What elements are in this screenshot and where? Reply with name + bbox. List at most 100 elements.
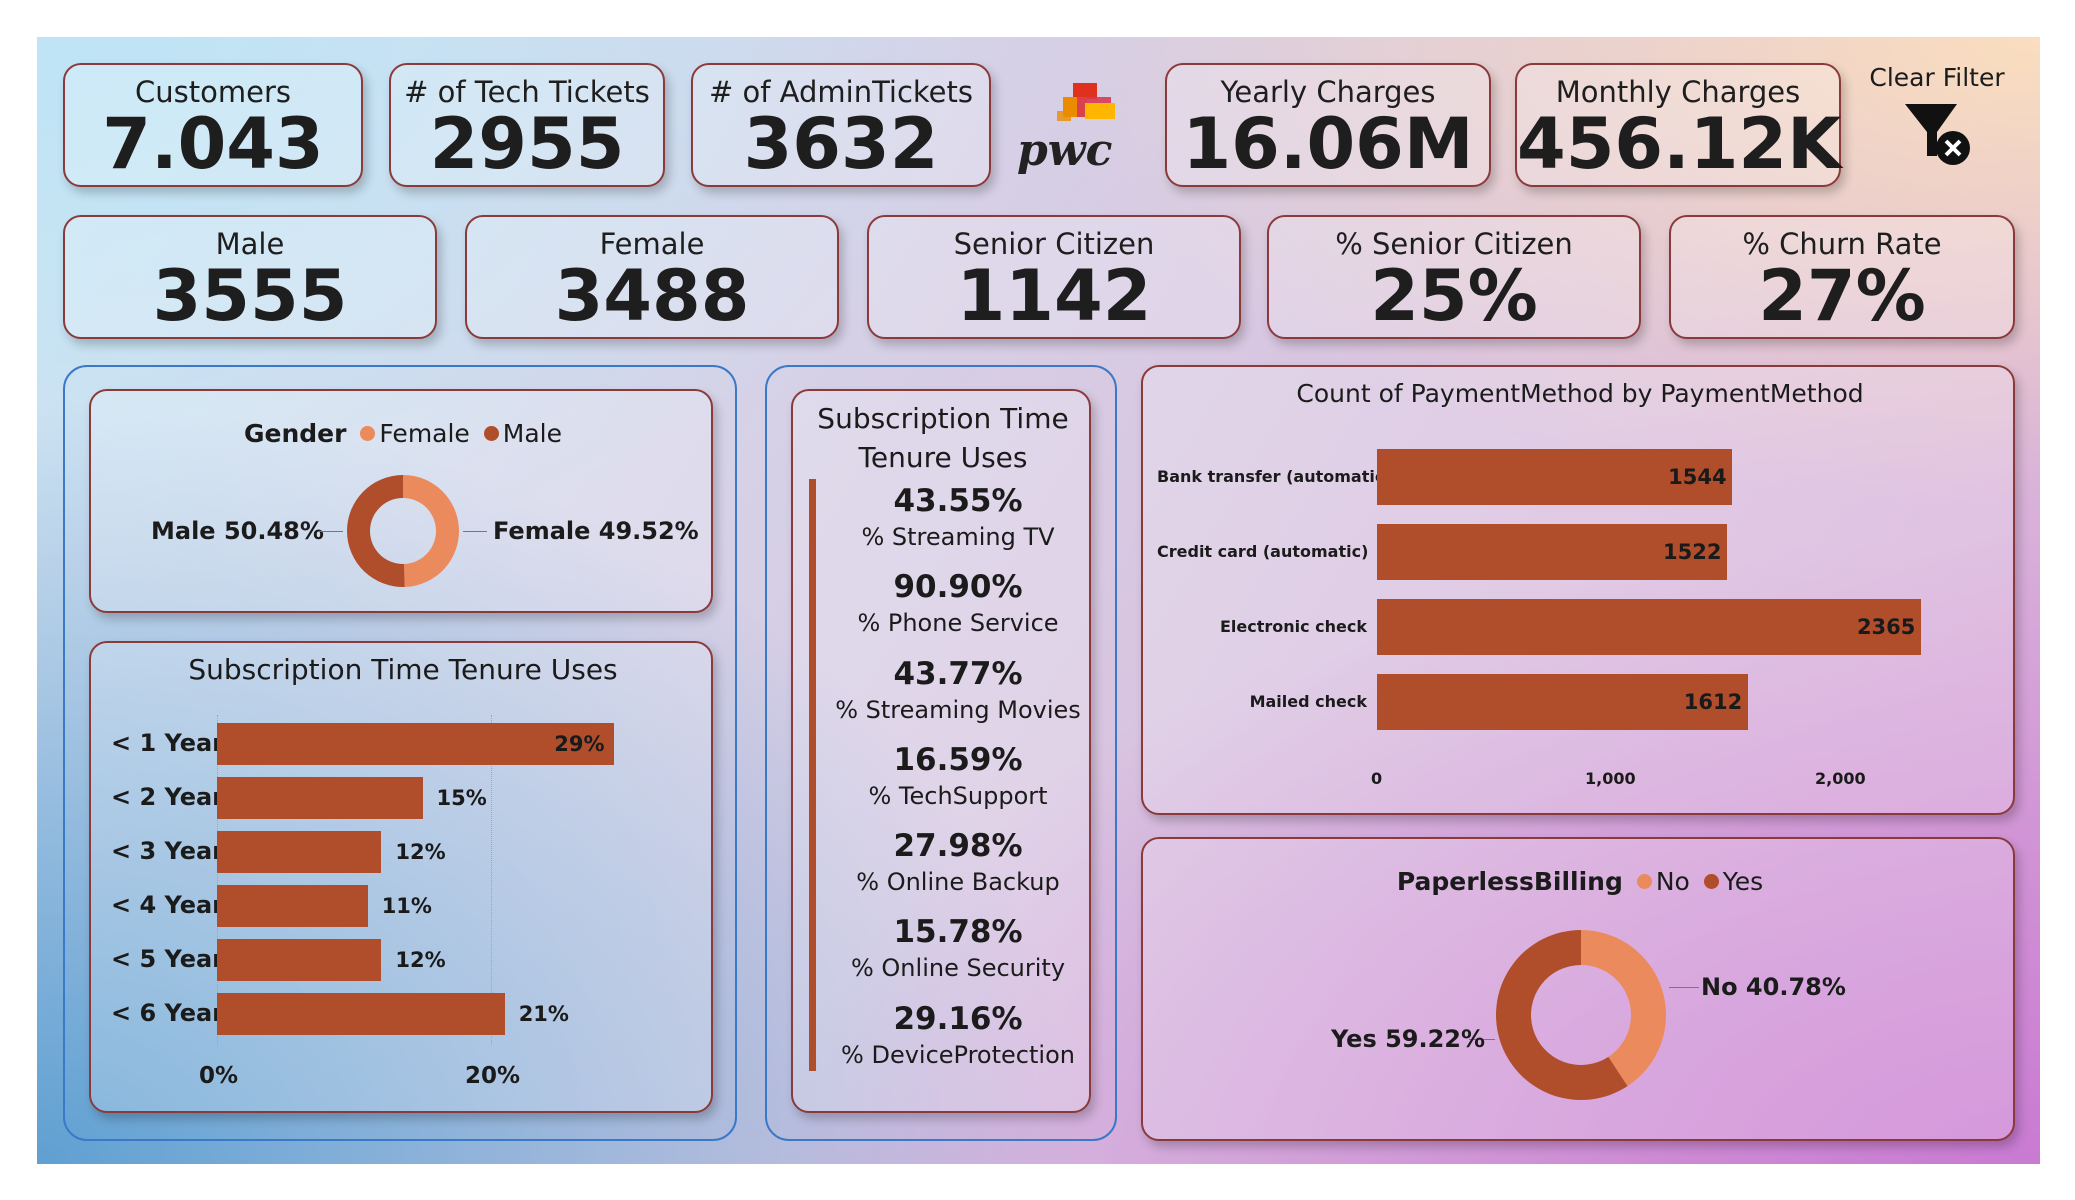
kpi-value: 3488 (554, 255, 750, 337)
service-stat-label: % Streaming TV (861, 523, 1055, 551)
category-label: Electronic check (1219, 617, 1367, 636)
tenure-bar (217, 939, 382, 981)
services-card[interactable]: Subscription Time Tenure Uses 43.55% % St… (791, 389, 1091, 1113)
kpi-value: 27% (1758, 255, 1926, 337)
data-label: 2365 (1856, 615, 1916, 639)
services-title: Subscription Time Tenure Uses (793, 399, 1093, 477)
service-stat: 90.90% % Phone Service (833, 569, 1083, 655)
paperless-donut (1496, 930, 1666, 1100)
legend-swatch-male (483, 425, 499, 441)
data-label: 12% (395, 840, 446, 864)
category-label: < 5 Year (111, 945, 225, 973)
kpi-senior-citizen[interactable]: Senior Citizen 1142 (867, 215, 1241, 339)
pwc-logo: pwc (1017, 81, 1137, 181)
services-title-line: Subscription Time (817, 402, 1069, 435)
kpi-value: 16.06M (1182, 103, 1474, 185)
kpi-value: 25% (1370, 255, 1538, 337)
services-title-line: Tenure Uses (858, 441, 1028, 474)
leader-line (319, 531, 343, 532)
donut-slice-female[interactable] (403, 475, 460, 587)
gender-chart-card[interactable]: Gender Female Male Male 50.48% Female 49… (89, 389, 713, 613)
legend-entry: Yes (1722, 867, 1764, 896)
slice-label: Yes 59.22% (1331, 1025, 1486, 1053)
kpi-customers[interactable]: Customers 7.043 (63, 63, 363, 187)
kpi-value: 2955 (429, 103, 625, 185)
kpi-churn-rate[interactable]: % Churn Rate 27% (1669, 215, 2015, 339)
tenure-chart-card[interactable]: Subscription Time Tenure Uses < 1 Year 29… (89, 641, 713, 1113)
leader-line (463, 531, 487, 532)
category-label: Mailed check (1249, 692, 1367, 711)
tick-label: 1,000 (1585, 769, 1636, 788)
services-accent-bar (809, 479, 816, 1071)
service-stat: 29.16% % DeviceProtection (833, 1001, 1083, 1087)
service-stat-label: % Online Security (850, 954, 1066, 983)
service-stat-value: 16.59% (893, 741, 1023, 778)
tenure-bar (217, 831, 382, 873)
services-list: 43.55% % Streaming TV 90.90% % Phone Servic… (833, 483, 1083, 1087)
data-label: 21% (518, 1002, 569, 1026)
kpi-female[interactable]: Female 3488 (465, 215, 839, 339)
donut-slice-male[interactable] (347, 475, 405, 587)
category-label: Bank transfer (automatic) (1157, 467, 1392, 486)
chart-title: PaperlessBilling (1396, 867, 1623, 896)
tenure-bar (217, 777, 423, 819)
service-stat-value: 29.16% (893, 1000, 1023, 1037)
leader-line (1669, 987, 1699, 988)
tick-label: 0% (199, 1063, 239, 1089)
data-label: 15% (436, 786, 487, 810)
service-stat-value: 43.55% (893, 483, 1023, 519)
kpi-value: 456.12K (1517, 103, 1842, 185)
slice-label: Female 49.52% (493, 517, 699, 545)
filter-clear-icon (1905, 104, 1970, 165)
paperless-legend: PaperlessBilling No Yes (1143, 867, 2017, 896)
tick-label: 0 (1371, 769, 1383, 788)
service-stat: 43.55% % Streaming TV (833, 483, 1083, 569)
pwc-logo-text: pwc (1017, 125, 1113, 176)
kpi-admin-tickets[interactable]: # of AdminTickets 3632 (691, 63, 991, 187)
gender-donut (347, 475, 460, 587)
tick-label: 2,000 (1815, 769, 1866, 788)
gender-legend: Gender Female Male (91, 419, 715, 448)
data-label: 29% (554, 732, 605, 756)
kpi-male[interactable]: Male 3555 (63, 215, 437, 339)
kpi-value: 1142 (956, 255, 1152, 337)
data-label: 12% (395, 948, 446, 972)
tenure-bar (217, 993, 505, 1035)
kpi-pct-senior-citizen[interactable]: % Senior Citizen 25% (1267, 215, 1641, 339)
category-label: < 2 Year (111, 783, 225, 811)
paperless-chart-card[interactable]: PaperlessBilling No Yes No 40.78% Yes 59… (1141, 837, 2015, 1141)
service-stat: 15.78% % Online Security (833, 914, 1083, 1000)
legend-entry: Female (379, 419, 470, 448)
service-stat-label: % DeviceProtection (841, 1040, 1075, 1069)
kpi-value: 7.043 (102, 103, 324, 185)
slice-label: No 40.78% (1701, 973, 1846, 1001)
service-stat-label: % Streaming Movies (835, 695, 1081, 724)
payment-chart-card[interactable]: Count of PaymentMethod by PaymentMethod … (1141, 365, 2015, 815)
donut-slice-no[interactable] (1581, 930, 1666, 1087)
clear-filter-button[interactable]: Clear Filter (1859, 63, 2015, 183)
legend-swatch-yes (1703, 873, 1719, 889)
clear-filter-label: Clear Filter (1869, 63, 2005, 92)
category-label: < 1 Year (111, 729, 225, 757)
data-label: 1612 (1683, 690, 1743, 714)
payment-plot-area: Bank transfer (automatic) 1544 Credit card… (1143, 367, 2017, 817)
kpi-monthly-charges[interactable]: Monthly Charges 456.12K (1515, 63, 1841, 187)
service-stat-value: 15.78% (893, 914, 1023, 951)
legend-swatch-no (1636, 873, 1652, 889)
service-stat: 43.77% % Streaming Movies (833, 656, 1083, 742)
legend-entry: Male (502, 419, 562, 448)
legend-entry: No (1655, 867, 1690, 896)
legend-swatch-female (360, 425, 376, 441)
service-stat-value: 90.90% (893, 569, 1023, 606)
kpi-tech-tickets[interactable]: # of Tech Tickets 2955 (389, 63, 665, 187)
category-label: < 6 Year (111, 999, 225, 1027)
service-stat-label: % Phone Service (857, 609, 1059, 638)
data-label: 1544 (1668, 465, 1727, 489)
category-label: Credit card (automatic) (1157, 542, 1369, 561)
kpi-yearly-charges[interactable]: Yearly Charges 16.06M (1165, 63, 1491, 187)
kpi-value: 3632 (743, 103, 939, 185)
service-stat-label: % TechSupport (868, 781, 1048, 810)
service-stat-label: % Online Backup (856, 868, 1060, 897)
service-stat-value: 43.77% (893, 655, 1023, 692)
dashboard-canvas: Customers 7.043 # of Tech Tickets 2955 #… (37, 37, 2040, 1164)
